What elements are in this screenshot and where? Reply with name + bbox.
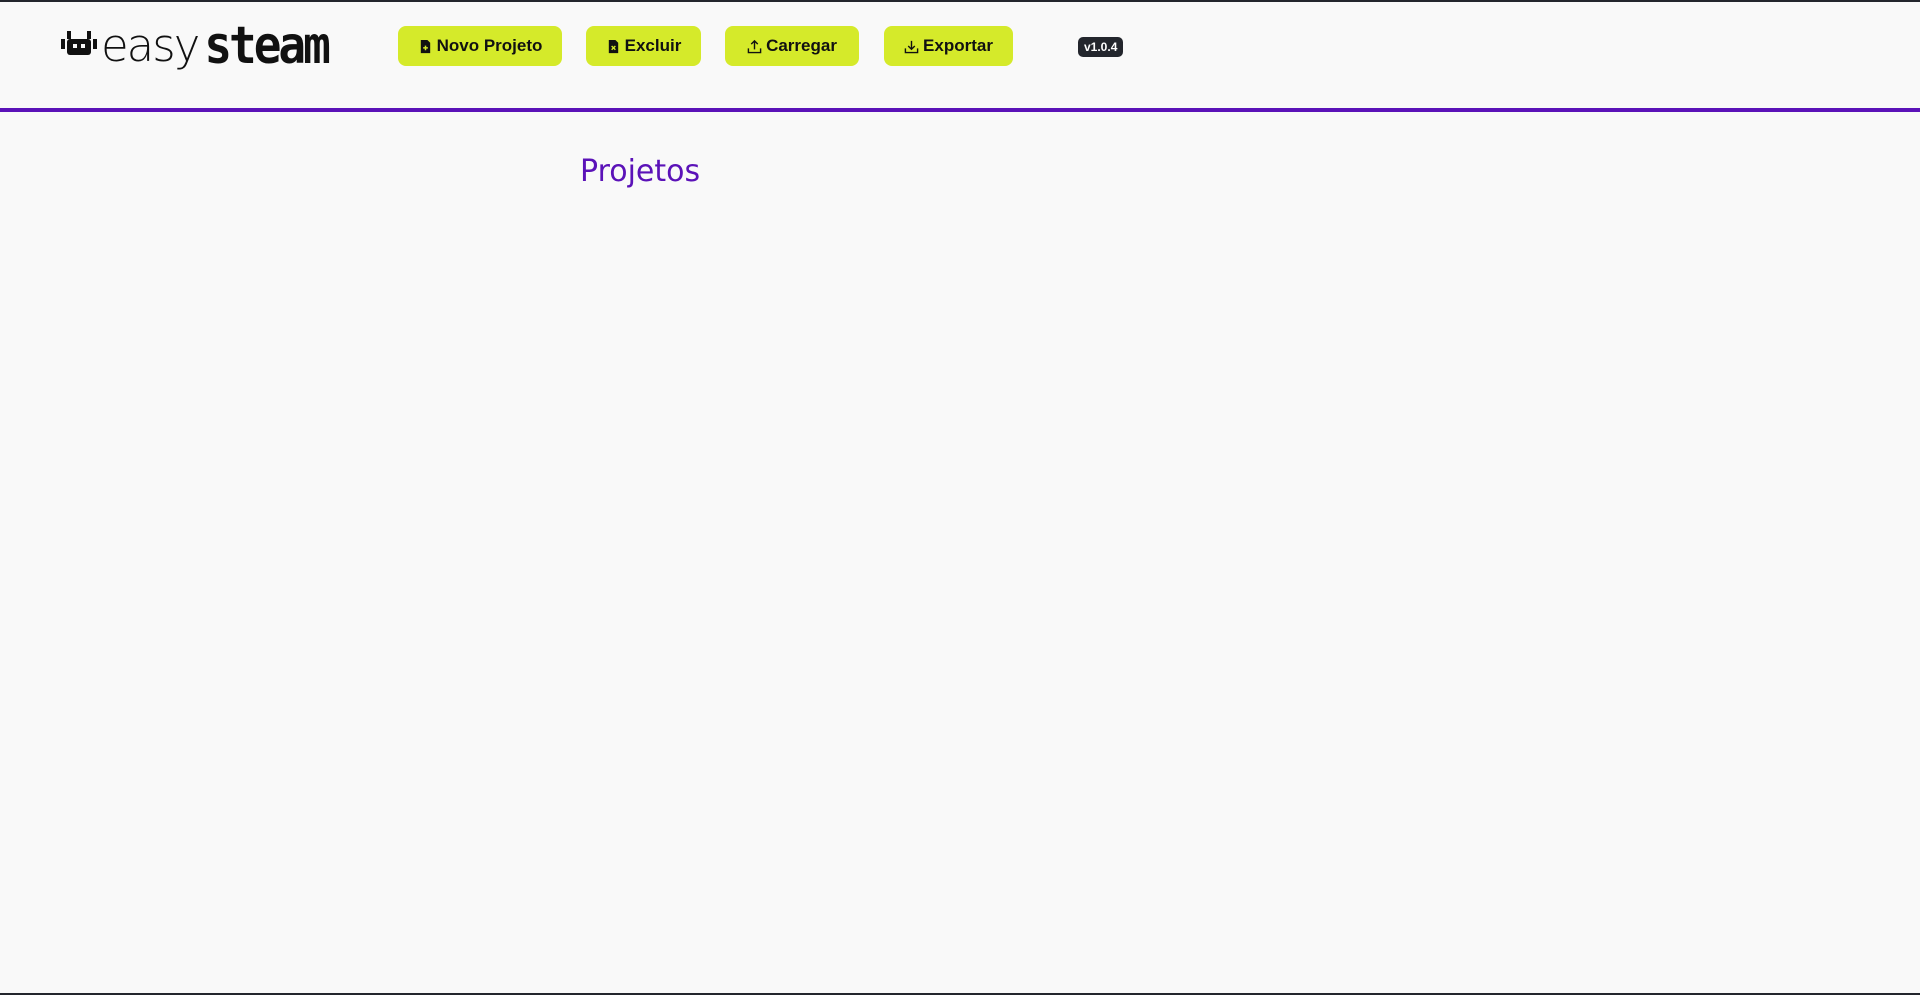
- upload-label: Carregar: [766, 36, 837, 55]
- new-project-label: Novo Projeto: [436, 36, 543, 55]
- file-x-icon: [608, 39, 618, 53]
- download-icon: [904, 40, 919, 53]
- delete-button[interactable]: Excluir: [586, 26, 701, 66]
- logo-text-easy: easy: [101, 18, 200, 72]
- export-label: Exportar: [923, 36, 993, 55]
- robot-head-icon: [61, 31, 97, 55]
- new-project-button[interactable]: Novo Projeto: [398, 26, 562, 66]
- logo-text-steam: steam: [204, 14, 330, 76]
- upload-icon: [747, 39, 762, 53]
- version-badge: v1.0.4: [1078, 37, 1124, 57]
- easysteam-logo[interactable]: easy steam: [61, 14, 331, 76]
- page-title: Projetos: [580, 154, 701, 189]
- upload-button[interactable]: Carregar: [725, 26, 859, 66]
- file-plus-icon: [420, 39, 430, 53]
- delete-label: Excluir: [624, 36, 682, 55]
- app-header: easy steam Novo Projeto Excluir Carregar…: [0, 2, 1920, 112]
- export-button[interactable]: Exportar: [884, 26, 1013, 66]
